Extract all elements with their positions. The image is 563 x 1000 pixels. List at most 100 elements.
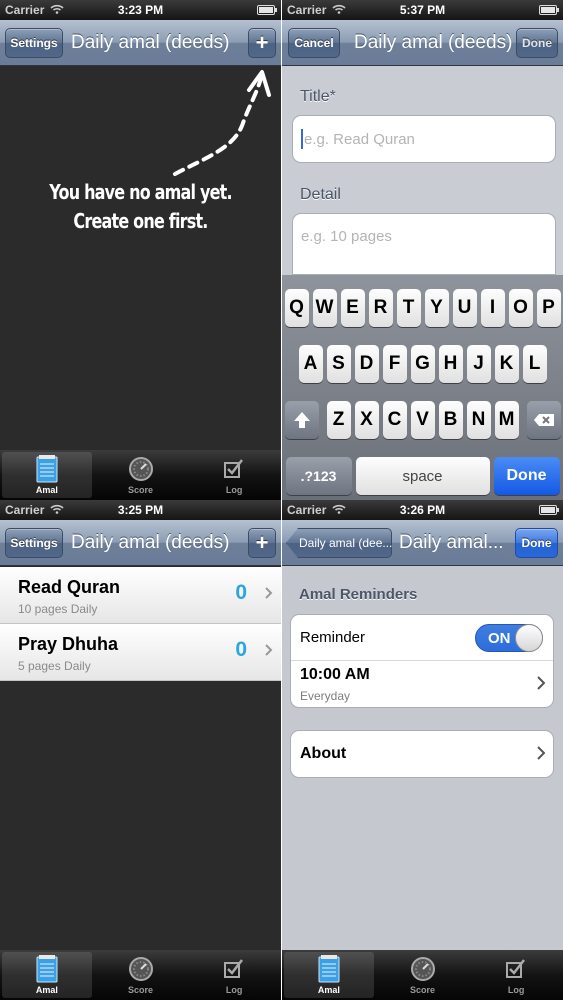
done-button[interactable]: Done bbox=[515, 528, 558, 558]
backspace-key[interactable] bbox=[526, 401, 561, 439]
empty-state-line2: Create one first. bbox=[73, 209, 208, 233]
amal-title: Read Quran bbox=[18, 577, 121, 597]
battery-icon bbox=[539, 505, 559, 515]
about-label: About bbox=[300, 745, 347, 762]
status-time: 3:26 PM bbox=[399, 503, 446, 517]
section-header-reminders: Amal Reminders bbox=[299, 586, 418, 603]
dashed-arrow-icon bbox=[173, 70, 271, 176]
tab-score[interactable]: Score bbox=[96, 452, 186, 498]
tab-score[interactable]: Score bbox=[96, 952, 186, 998]
amal-row-pray-dhuha[interactable]: Pray Dhuha 5 pages Daily 0 bbox=[0, 624, 281, 681]
key-o[interactable]: O bbox=[508, 289, 533, 327]
amal-detail: 10 pages Daily bbox=[18, 602, 98, 616]
battery-icon bbox=[257, 5, 277, 15]
tab-log-label: Log bbox=[507, 985, 525, 995]
nav-title: Daily amal (deeds) bbox=[71, 532, 230, 553]
key-a[interactable]: A bbox=[298, 345, 323, 383]
keyboard-row-4: .?123 space Done bbox=[282, 457, 563, 495]
add-button[interactable]: + bbox=[248, 28, 276, 58]
tab-amal[interactable]: Amal bbox=[2, 452, 92, 498]
key-x[interactable]: X bbox=[354, 401, 379, 439]
panel-empty-list: Carrier 3:23 PM Settings Daily amal (dee… bbox=[0, 0, 281, 500]
key-v[interactable]: V bbox=[410, 401, 435, 439]
status-bar: Carrier 3:25 PM bbox=[0, 500, 281, 520]
tab-amal[interactable]: Amal bbox=[2, 952, 92, 998]
reminder-repeat: Everyday bbox=[300, 689, 351, 703]
detail-label: Detail bbox=[300, 186, 341, 203]
tab-log[interactable]: Log bbox=[189, 952, 279, 998]
reminder-time-row[interactable]: 10:00 AM Everyday bbox=[291, 661, 553, 707]
tab-score[interactable]: Score bbox=[378, 952, 468, 998]
key-l[interactable]: L bbox=[522, 345, 547, 383]
title-placeholder: e.g. Read Quran bbox=[304, 130, 415, 148]
tab-log[interactable]: Log bbox=[471, 952, 561, 998]
chevron-right-icon bbox=[265, 586, 273, 604]
status-time: 3:23 PM bbox=[117, 3, 164, 17]
navigation-bar: Daily amal (dee... Daily amal... Done bbox=[282, 520, 563, 566]
numbers-key[interactable]: .?123 bbox=[285, 457, 352, 495]
status-time: 5:37 PM bbox=[399, 3, 446, 17]
key-s[interactable]: S bbox=[326, 345, 351, 383]
switch-knob bbox=[515, 624, 543, 652]
key-h[interactable]: H bbox=[438, 345, 463, 383]
key-p[interactable]: P bbox=[536, 289, 561, 327]
nav-title: Daily amal... bbox=[399, 532, 504, 553]
chevron-right-icon bbox=[265, 643, 273, 661]
space-key[interactable]: space bbox=[355, 457, 490, 495]
gauge-icon bbox=[128, 955, 154, 983]
key-u[interactable]: U bbox=[452, 289, 477, 327]
reminder-switch[interactable]: ON bbox=[475, 624, 543, 652]
status-bar: Carrier 5:37 PM bbox=[282, 0, 563, 20]
key-f[interactable]: F bbox=[382, 345, 407, 383]
tab-amal[interactable]: Amal bbox=[284, 952, 374, 998]
done-button[interactable]: Done bbox=[516, 28, 558, 58]
amal-title: Pray Dhuha bbox=[18, 634, 119, 654]
cancel-button[interactable]: Cancel bbox=[288, 28, 340, 58]
keyboard-letter-group: ZXCVBNM bbox=[326, 401, 519, 439]
about-row[interactable]: About bbox=[291, 731, 553, 777]
panel-amal-list: Carrier 3:25 PM Settings Daily amal (dee… bbox=[0, 500, 281, 1000]
keyboard-row-2: ASDFGHJKL bbox=[282, 345, 563, 383]
key-r[interactable]: R bbox=[368, 289, 393, 327]
amal-count: 0 bbox=[235, 638, 247, 661]
key-q[interactable]: Q bbox=[284, 289, 309, 327]
back-button[interactable]: Daily amal (dee... bbox=[286, 528, 392, 558]
battery-icon bbox=[539, 5, 559, 15]
key-d[interactable]: D bbox=[354, 345, 379, 383]
detail-input[interactable]: e.g. 10 pages bbox=[292, 213, 556, 275]
title-input[interactable]: e.g. Read Quran bbox=[292, 115, 556, 163]
shift-key[interactable] bbox=[284, 401, 319, 439]
tab-score-label: Score bbox=[410, 985, 436, 995]
title-label: Title* bbox=[300, 88, 336, 105]
keyboard-done-key[interactable]: Done bbox=[493, 457, 560, 495]
key-n[interactable]: N bbox=[466, 401, 491, 439]
key-j[interactable]: J bbox=[466, 345, 491, 383]
key-b[interactable]: B bbox=[438, 401, 463, 439]
key-t[interactable]: T bbox=[396, 289, 421, 327]
key-e[interactable]: E bbox=[340, 289, 365, 327]
key-y[interactable]: Y bbox=[424, 289, 449, 327]
key-i[interactable]: I bbox=[480, 289, 505, 327]
reminder-label: Reminder bbox=[300, 629, 366, 646]
tab-log-label: Log bbox=[225, 485, 243, 495]
key-w[interactable]: W bbox=[312, 289, 337, 327]
settings-button[interactable]: Settings bbox=[5, 28, 63, 58]
checkbox-icon bbox=[223, 955, 245, 983]
tab-amal-label: Amal bbox=[35, 485, 58, 495]
about-group: About bbox=[290, 730, 554, 778]
key-c[interactable]: C bbox=[382, 401, 407, 439]
key-z[interactable]: Z bbox=[326, 401, 351, 439]
tab-score-label: Score bbox=[128, 985, 154, 995]
tab-log[interactable]: Log bbox=[189, 452, 279, 498]
amal-row-read-quran[interactable]: Read Quran 10 pages Daily 0 bbox=[0, 567, 281, 624]
settings-button[interactable]: Settings bbox=[5, 528, 63, 558]
key-m[interactable]: M bbox=[494, 401, 519, 439]
tab-log-label: Log bbox=[225, 985, 243, 995]
add-button[interactable]: + bbox=[248, 528, 276, 558]
switch-on-label: ON bbox=[488, 629, 511, 647]
key-g[interactable]: G bbox=[410, 345, 435, 383]
amal-detail: 5 pages Daily bbox=[18, 659, 91, 673]
status-time: 3:25 PM bbox=[117, 503, 164, 517]
panel-amal-settings: Carrier 3:26 PM Daily amal (dee... Daily… bbox=[282, 500, 563, 1000]
key-k[interactable]: K bbox=[494, 345, 519, 383]
